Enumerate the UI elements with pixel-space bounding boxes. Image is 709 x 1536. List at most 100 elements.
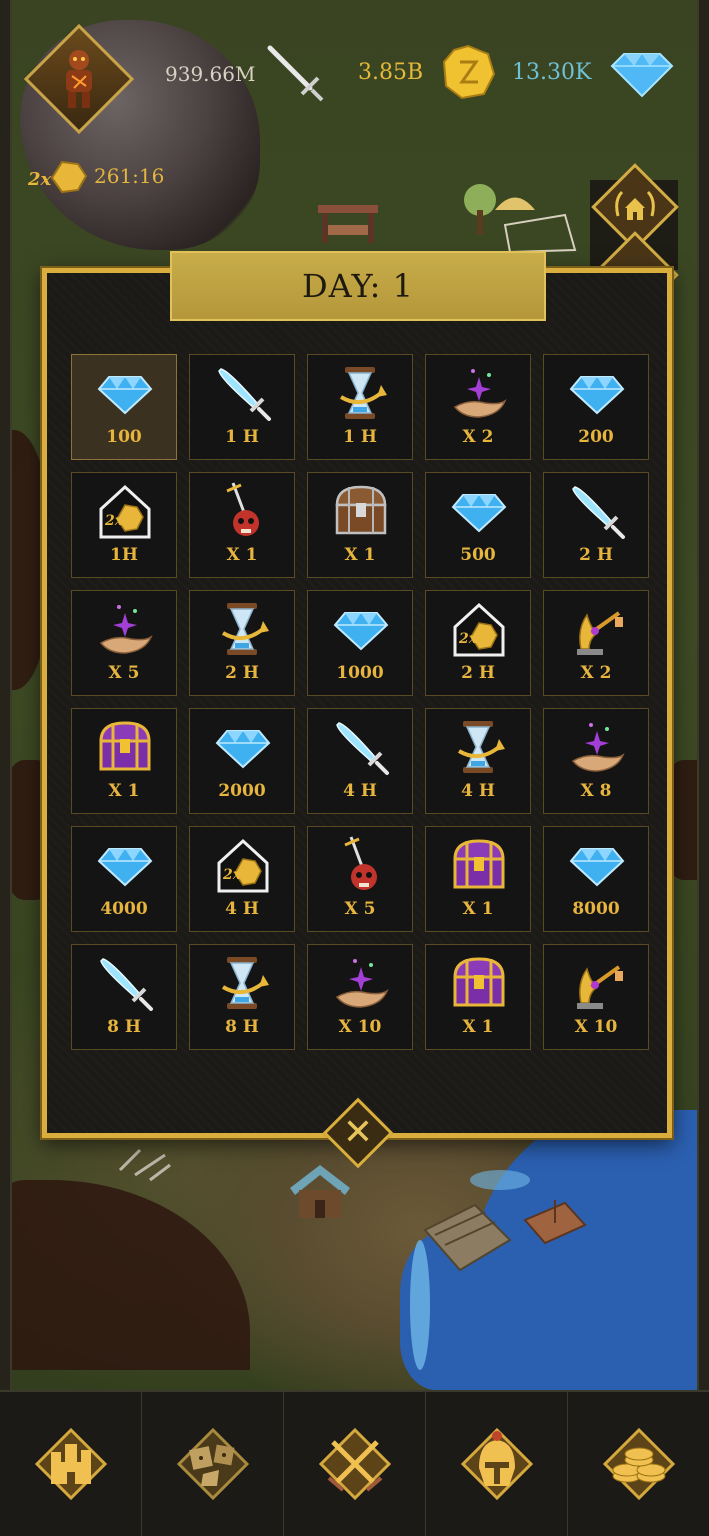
castle-icon: [34, 1427, 107, 1501]
reward-cell[interactable]: X 1: [71, 708, 177, 814]
reward-cell[interactable]: X 1: [307, 472, 413, 578]
reward-label: 4 H: [461, 781, 495, 801]
reward-cell[interactable]: 1000: [307, 590, 413, 696]
purple-chest-icon: [453, 839, 505, 889]
reward-label: 1H: [110, 545, 138, 565]
reward-label: 4000: [100, 899, 148, 919]
reward-cell[interactable]: 2x 2 H: [425, 590, 531, 696]
reward-cell[interactable]: X 10: [543, 944, 649, 1050]
reward-label: 4 H: [225, 899, 259, 919]
house-building[interactable]: [285, 1160, 355, 1225]
reward-cell[interactable]: 2 H: [543, 472, 649, 578]
reward-label: X 2: [462, 427, 494, 447]
nav-item-crossed-swords[interactable]: [284, 1392, 426, 1536]
coins-icon: [602, 1427, 675, 1501]
gold-value: 3.85B: [358, 60, 424, 85]
bottom-nav: [0, 1390, 709, 1536]
reward-label: X 10: [574, 1017, 618, 1037]
gold-boost-house-icon: 2x: [217, 838, 269, 893]
hourglass-icon: [221, 603, 269, 655]
day-banner: DAY: 1: [170, 251, 546, 321]
reward-cell[interactable]: X 8: [543, 708, 649, 814]
reward-cell[interactable]: 2000: [189, 708, 295, 814]
gem-icon: [569, 376, 625, 415]
reward-label: 1 H: [225, 427, 259, 447]
golden-key-icon: [577, 965, 623, 1009]
purple-chest-icon: [99, 721, 151, 771]
reward-cell[interactable]: 8000: [543, 826, 649, 932]
reward-cell[interactable]: 1 H: [307, 354, 413, 460]
reward-cell[interactable]: 8 H: [189, 944, 295, 1050]
reward-cell[interactable]: 4 H: [307, 708, 413, 814]
reward-label: 2000: [218, 781, 266, 801]
reward-cell[interactable]: 8 H: [71, 944, 177, 1050]
reward-cell[interactable]: X 2: [543, 590, 649, 696]
reward-label: 8 H: [225, 1017, 259, 1037]
magic-hand-icon: [453, 369, 507, 418]
nav-item-coins[interactable]: [568, 1392, 709, 1536]
day-title: DAY: 1: [302, 267, 414, 305]
reward-label: 2 H: [225, 663, 259, 683]
reward-label: 500: [460, 545, 496, 565]
skull-sword-icon: [226, 482, 259, 536]
hourglass-icon: [221, 957, 269, 1009]
helmet-icon: [460, 1427, 533, 1501]
reward-cell[interactable]: X 1: [425, 826, 531, 932]
reward-cell[interactable]: X 2: [425, 354, 531, 460]
reward-label: 1000: [336, 663, 384, 683]
reward-label: X 2: [580, 663, 612, 683]
nav-item-dice[interactable]: [142, 1392, 284, 1536]
reward-cell[interactable]: X 1: [189, 472, 295, 578]
rewards-grid: 100 1 H 1 H X 2 200 2x 1H X 1 X 1 500 2 H X 5 2 H 100…: [71, 354, 651, 1050]
power-value: 939.66M: [165, 62, 256, 86]
reward-label: 100: [106, 427, 142, 447]
reward-cell[interactable]: 100: [71, 354, 177, 460]
reward-cell[interactable]: 1 H: [189, 354, 295, 460]
magic-hand-icon: [99, 605, 153, 654]
reward-label: X 1: [462, 899, 494, 919]
gold-boost-icon[interactable]: 2x: [26, 158, 90, 196]
reward-cell[interactable]: X 5: [307, 826, 413, 932]
reward-label: 2 H: [461, 663, 495, 683]
reward-cell[interactable]: 4000: [71, 826, 177, 932]
reward-label: 2 H: [579, 545, 613, 565]
close-icon[interactable]: ✕: [330, 1110, 386, 1156]
gold-coin-icon[interactable]: [440, 44, 496, 100]
gem-currency-icon[interactable]: [610, 50, 674, 98]
reward-label: 8 H: [107, 1017, 141, 1037]
bones-decoration: [118, 1148, 171, 1182]
gem-icon: [333, 612, 389, 651]
raft-building[interactable]: [520, 1195, 590, 1250]
reward-label: X 5: [344, 899, 376, 919]
villa-icon: [615, 190, 655, 220]
fire-golem-avatar-icon: [66, 50, 92, 108]
gem-icon: [451, 494, 507, 533]
golden-key-icon: [577, 611, 623, 655]
nav-item-castle[interactable]: [0, 1392, 142, 1536]
boost-timer: 261:16: [94, 164, 165, 188]
camp-building[interactable]: [455, 180, 585, 260]
svg-text:2x: 2x: [104, 513, 124, 529]
reward-label: 4 H: [343, 781, 377, 801]
reward-cell[interactable]: 500: [425, 472, 531, 578]
reward-label: X 1: [226, 545, 258, 565]
hourglass-icon: [457, 721, 505, 773]
dock-building[interactable]: [415, 1190, 515, 1285]
reward-cell[interactable]: X 1: [425, 944, 531, 1050]
reward-label: 1 H: [343, 427, 377, 447]
reward-cell[interactable]: 200: [543, 354, 649, 460]
reward-cell[interactable]: 2 H: [189, 590, 295, 696]
reward-cell[interactable]: 2x 4 H: [189, 826, 295, 932]
lumber-mill-building[interactable]: [310, 185, 390, 255]
gem-icon: [215, 730, 271, 769]
reward-cell[interactable]: X 10: [307, 944, 413, 1050]
wooden-chest-icon: [335, 485, 387, 535]
reward-cell[interactable]: 2x 1H: [71, 472, 177, 578]
gem-icon: [569, 848, 625, 887]
reward-label: X 1: [462, 1017, 494, 1037]
reward-label: X 10: [338, 1017, 382, 1037]
boost-badge: 2x: [27, 169, 52, 190]
nav-item-helmet[interactable]: [426, 1392, 568, 1536]
reward-cell[interactable]: 4 H: [425, 708, 531, 814]
reward-cell[interactable]: X 5: [71, 590, 177, 696]
